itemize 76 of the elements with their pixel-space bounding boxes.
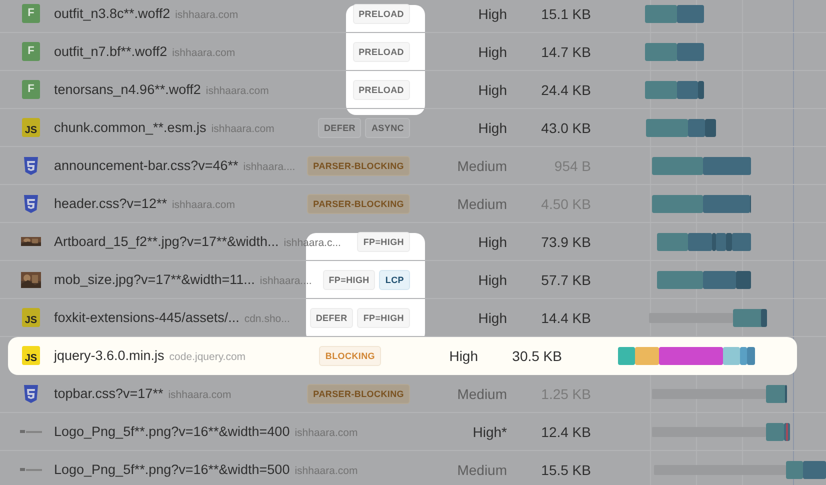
priority-text: Medium bbox=[456, 386, 507, 402]
priority-text: High bbox=[477, 272, 507, 288]
size-text: 14.7 KB bbox=[540, 44, 591, 60]
resource-name: foxkit-extensions-445/assets/... bbox=[54, 310, 240, 325]
priority-text: High bbox=[477, 82, 507, 98]
css-file-icon bbox=[23, 384, 39, 402]
priority-text: Medium bbox=[456, 462, 507, 478]
font-file-icon: F bbox=[22, 42, 40, 61]
font-file-icon: F bbox=[22, 4, 40, 23]
priority-text: Medium bbox=[456, 158, 507, 174]
resource-tag: PRELOAD bbox=[352, 80, 410, 100]
resource-domain: ishhaara.com bbox=[172, 199, 235, 211]
resource-name: header.css?v=12** bbox=[54, 196, 167, 211]
size-text: 15.1 KB bbox=[540, 6, 591, 22]
priority-text: High bbox=[477, 310, 507, 326]
resource-tag: PARSER-BLOCKING bbox=[307, 156, 410, 176]
js-file-icon: JS bbox=[22, 118, 40, 137]
priority-text: High* bbox=[472, 424, 507, 440]
size-text: 12.4 KB bbox=[540, 424, 591, 440]
resource-tag: BLOCKING bbox=[319, 346, 381, 366]
resource-domain: ishhaara.com bbox=[168, 389, 232, 401]
waterfall-bar bbox=[645, 80, 704, 98]
size-text: 14.4 KB bbox=[540, 310, 591, 326]
resource-domain: ishhaara.com bbox=[206, 85, 269, 97]
resource-tag: FP=HIGH bbox=[357, 308, 410, 328]
resource-name: jquery-3.6.0.min.js bbox=[54, 348, 164, 363]
css-file-icon bbox=[23, 194, 39, 212]
resource-name: announcement-bar.css?v=46** bbox=[54, 158, 238, 173]
resource-tag: PRELOAD bbox=[352, 42, 410, 62]
font-file-icon: F bbox=[22, 80, 40, 99]
waterfall-bar bbox=[645, 42, 704, 60]
resource-name: Artboard_15_f2**.jpg?v=17**&width... bbox=[54, 234, 279, 249]
resource-domain: ishhaara.com bbox=[172, 47, 236, 59]
resource-name: Logo_Png_5f**.png?v=16**&width=400 bbox=[54, 424, 290, 439]
priority-text: High bbox=[448, 348, 478, 364]
logo-icon bbox=[20, 429, 42, 434]
resource-domain: ishhaara.com bbox=[294, 427, 358, 439]
logo-icon bbox=[20, 467, 42, 472]
priority-text: High bbox=[477, 120, 507, 136]
resource-domain: ishhaara.com bbox=[294, 465, 358, 477]
resource-tag: PARSER-BLOCKING bbox=[307, 194, 410, 214]
resource-name: tenorsans_n4.96**.woff2 bbox=[54, 82, 201, 97]
size-text: 15.5 KB bbox=[540, 462, 591, 478]
priority-text: High bbox=[477, 234, 507, 250]
resource-tag: LCP bbox=[379, 270, 410, 290]
resource-tag: DEFER bbox=[310, 308, 354, 328]
js-file-icon: JS bbox=[22, 346, 40, 365]
resource-tag: FP=HIGH bbox=[322, 270, 376, 290]
resource-domain: ishhaara.com bbox=[175, 9, 238, 21]
resource-domain: ishhaara.... bbox=[243, 161, 296, 173]
resource-domain: code.jquery.com bbox=[169, 351, 246, 363]
waterfall-bar bbox=[646, 118, 716, 136]
priority-text: Medium bbox=[456, 196, 507, 212]
resource-name: topbar.css?v=17** bbox=[54, 386, 164, 401]
priority-text: High bbox=[477, 44, 507, 60]
priority-text: High bbox=[477, 6, 507, 22]
size-text: 30.5 KB bbox=[511, 348, 562, 364]
resource-domain: ishhaara.com bbox=[211, 123, 274, 135]
resource-name: mob_size.jpg?v=17**&width=11... bbox=[54, 272, 255, 287]
size-text: 73.9 KB bbox=[540, 234, 591, 250]
resource-tag: DEFER bbox=[318, 118, 362, 138]
size-text: 24.4 KB bbox=[540, 82, 591, 98]
resource-tag: PARSER-BLOCKING bbox=[307, 384, 410, 404]
resource-tag: ASYNC bbox=[365, 118, 410, 138]
js-file-icon: JS bbox=[22, 308, 40, 327]
resource-tag: FP=HIGH bbox=[357, 232, 410, 252]
resource-tag: PRELOAD bbox=[352, 4, 410, 24]
resource-domain: cdn.sho... bbox=[244, 313, 290, 325]
resource-name: outfit_n3.8c**.woff2 bbox=[54, 6, 170, 21]
waterfall-bar bbox=[645, 4, 704, 22]
size-text: 43.0 KB bbox=[540, 120, 591, 136]
size-text: 57.7 KB bbox=[540, 272, 591, 288]
resource-name: outfit_n7.bf**.woff2 bbox=[54, 44, 168, 59]
resource-name: chunk.common_**.esm.js bbox=[54, 120, 206, 135]
resource-name: Logo_Png_5f**.png?v=16**&width=500 bbox=[54, 462, 290, 477]
css-file-icon bbox=[23, 156, 39, 174]
